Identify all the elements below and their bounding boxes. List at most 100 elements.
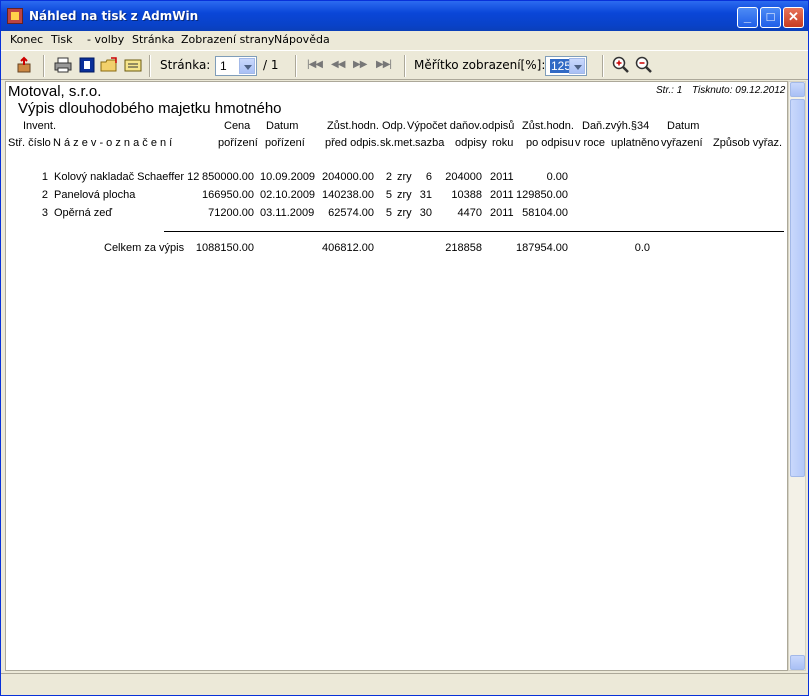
table-cell-date: 02.10.2009 (260, 189, 316, 201)
hdr-porizeni-2: pořízení (265, 137, 305, 149)
table-cell-price: 850000.00 (202, 171, 254, 183)
email-icon[interactable] (124, 56, 142, 74)
page-info: Str.: 1 (656, 85, 683, 96)
printer-icon[interactable] (54, 56, 72, 74)
hdr-cena: Cena (224, 120, 251, 132)
table-cell-method: zry (397, 171, 412, 183)
hdr-str-cislo: Stř. číslo (8, 137, 51, 149)
hdr-zust-hodn: Zůst.hodn. (327, 120, 379, 132)
table-cell-depr: 10388 (451, 189, 482, 201)
hdr-sazba: sazba (415, 137, 445, 149)
table-cell-group: 2 (385, 171, 392, 183)
menu-zobrazeni-strany[interactable]: Zobrazení strany (181, 33, 274, 46)
window-title: Náhled na tisk z AdmWin (29, 9, 199, 23)
table-cell-name: Kolový nakladač Schaeffer 12 (54, 171, 200, 183)
menu-stranka[interactable]: Stránka (132, 33, 174, 46)
page-label: Stránka: (160, 58, 211, 72)
menu-volby[interactable]: - volby (87, 33, 124, 46)
table-cell-num: 3 (41, 207, 48, 219)
menu-bar: Konec Tisk - volby Stránka Zobrazení str… (1, 31, 808, 50)
table-cell-rate: 31 (419, 189, 432, 201)
print-preview-window: Náhled na tisk z AdmWin _ □ ✕ Konec Tisk… (0, 0, 809, 696)
page-total: / 1 (263, 58, 279, 72)
report-title: Výpis dlouhodobého majetku hmotného (18, 100, 282, 117)
status-bar (1, 673, 808, 695)
hdr-uplatneno: uplatněno (611, 137, 660, 149)
table-cell-date: 10.09.2009 (260, 171, 316, 183)
company-name: Motoval, s.r.o. (8, 83, 102, 100)
table-cell-rate: 30 (419, 207, 432, 219)
toolbar-separator (149, 55, 151, 77)
menu-konec[interactable]: Konec (10, 33, 43, 46)
scroll-down-button[interactable] (790, 655, 805, 670)
chevron-down-icon[interactable] (569, 58, 585, 74)
toolbar: Stránka: 1 / 1 |◀◀ ◀◀ ▶▶ ▶▶| Měřítko zob… (1, 50, 808, 80)
prev-page-icon[interactable]: ◀◀ (331, 59, 345, 70)
scroll-thumb[interactable] (790, 99, 805, 477)
hdr-vyrazeni: vyřazení (661, 137, 703, 149)
app-icon[interactable] (7, 8, 23, 24)
hdr-roku: roku (492, 137, 514, 149)
table-cell-date: 03.11.2009 (260, 207, 315, 219)
first-page-icon[interactable]: |◀◀ (307, 59, 323, 70)
zoom-select[interactable]: 125 (545, 56, 587, 76)
table-cell-before: 204000.00 (322, 171, 374, 183)
table-cell-depr: 204000 (445, 171, 482, 183)
scroll-up-button[interactable] (790, 82, 805, 97)
zoom-in-icon[interactable] (612, 56, 630, 74)
table-cell-price: 166950.00 (202, 189, 254, 201)
totals-tax: 0.0 (634, 242, 650, 254)
table-cell-after: 0.00 (546, 171, 568, 183)
toolbar-separator (404, 55, 406, 77)
totals-divider (164, 231, 784, 232)
toolbar-separator (295, 55, 297, 77)
table-cell-name: Panelová plocha (54, 189, 136, 201)
totals-after: 187954.00 (516, 242, 568, 254)
zoom-label: Měřítko zobrazení[%]: (414, 58, 546, 72)
menu-tisk[interactable]: Tisk (51, 33, 73, 46)
hdr-vypocet: Výpočet daňov.odpisů (407, 120, 515, 132)
close-button[interactable]: ✕ (783, 7, 804, 28)
zoom-out-icon[interactable] (635, 56, 653, 74)
next-page-icon[interactable]: ▶▶ (353, 59, 367, 70)
hdr-datum: Datum (266, 120, 299, 132)
settings-icon[interactable] (78, 56, 96, 74)
vertical-scrollbar[interactable] (788, 81, 806, 671)
exit-icon[interactable] (15, 56, 33, 74)
table-cell-price: 71200.00 (208, 207, 254, 219)
table-cell-after: 129850.00 (516, 189, 568, 201)
table-cell-before: 62574.00 (328, 207, 374, 219)
hdr-v-roce: v roce (575, 137, 605, 149)
hdr-porizeni: pořízení (218, 137, 258, 149)
hdr-invent: Invent. (23, 120, 57, 132)
hdr-sk: sk. (380, 137, 395, 149)
table-cell-num: 1 (41, 171, 48, 183)
toolbar-separator (602, 55, 604, 77)
table-cell-name: Opěrná zeď (54, 207, 113, 219)
table-cell-method: zry (397, 207, 412, 219)
table-cell-depr: 4470 (457, 207, 482, 219)
page-select[interactable]: 1 (215, 56, 257, 76)
hdr-zpusob-vyraz: Způsob vyřaz. (713, 137, 783, 149)
totals-label: Celkem za výpis (104, 242, 185, 254)
totals-before: 406812.00 (322, 242, 374, 254)
preview-page: Motoval, s.r.o. Výpis dlouhodobého majet… (5, 81, 788, 671)
table-cell-after: 58104.00 (522, 207, 568, 219)
table-cell-group: 5 (385, 207, 392, 219)
chevron-down-icon[interactable] (239, 58, 255, 74)
table-cell-group: 5 (385, 189, 392, 201)
table-cell-method: zry (397, 189, 412, 201)
hdr-nazev: N á z e v - o z n a č e n í (53, 137, 173, 149)
maximize-button[interactable]: □ (760, 7, 781, 28)
open-folder-icon[interactable] (100, 56, 118, 74)
hdr-pred-odpis: před odpis. (325, 137, 380, 149)
print-date: Tisknuto: 09.12.2012 (692, 85, 786, 96)
hdr-zust-hodn-2: Zůst.hodn. (522, 120, 574, 132)
menu-napoveda[interactable]: Nápověda (274, 33, 330, 46)
last-page-icon[interactable]: ▶▶| (376, 59, 392, 70)
totals-price: 1088150.00 (195, 242, 254, 254)
minimize-button[interactable]: _ (737, 7, 758, 28)
table-cell-before: 140238.00 (322, 189, 374, 201)
hdr-odp: Odp. (382, 120, 406, 132)
table-cell-rate: 6 (425, 171, 432, 183)
